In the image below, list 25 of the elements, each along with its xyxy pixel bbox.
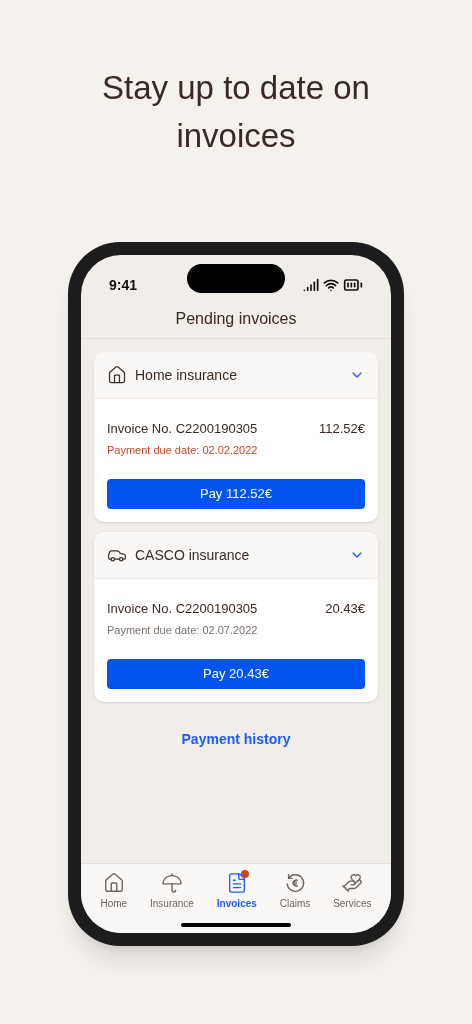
euro-circle-icon [284,872,306,894]
umbrella-icon [160,872,183,894]
invoice-number: Invoice No. C2200190305 [107,600,258,618]
tab-item[interactable]: Home [100,872,128,933]
signal-icon [303,277,319,293]
house-icon [107,365,127,385]
payment-history-link[interactable]: Payment history [181,729,291,750]
pay-button[interactable]: Pay 112.52€ [107,479,365,509]
status-time: 9:41 [109,275,138,295]
policy-header[interactable]: CASCO insurance [94,532,378,579]
tab-item[interactable]: Insurance [150,872,194,933]
screen-title: Pending invoices [175,308,297,329]
tab-item[interactable]: Claims [279,872,311,933]
due-date: Payment due date: 02.07.2022 [107,622,259,638]
tab-item[interactable]: Services [333,872,372,933]
invoice-amount: 20.43€ [325,600,365,618]
headline: Stay up to date on invoices [101,68,371,156]
invoice-number: Invoice No. C2200190305 [107,420,258,438]
policy-header[interactable]: Home insurance [94,352,378,399]
invoice-amount: 112.52€ [318,420,365,438]
wifi-icon [323,277,339,293]
pay-button[interactable]: Pay 20.43€ [107,659,365,689]
hand-heart-icon [341,872,364,894]
due-date: Payment due date: 02.02.2022 [107,442,259,458]
house-icon [102,872,125,894]
